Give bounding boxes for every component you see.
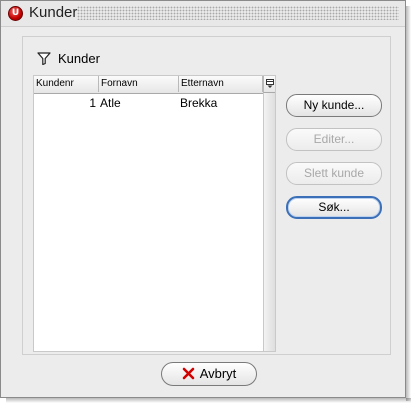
app-icon: U xyxy=(8,6,23,21)
title-bar[interactable]: U Kunder xyxy=(1,1,405,27)
title-bar-grip[interactable] xyxy=(77,6,399,20)
column-chooser-icon xyxy=(266,79,274,88)
window-title: Kunder xyxy=(29,4,78,21)
column-header-fornavn[interactable]: Fornavn xyxy=(99,76,179,92)
filter-icon xyxy=(37,52,51,65)
cancel-button[interactable]: Avbryt xyxy=(161,362,257,386)
column-header-kundenr[interactable]: Kundenr xyxy=(34,76,99,92)
window-shadow-bottom xyxy=(6,398,411,403)
cancel-label: Avbryt xyxy=(199,366,237,381)
edit-button[interactable]: Editer... xyxy=(286,128,382,151)
column-chooser-button[interactable] xyxy=(263,76,275,93)
table-header: Kundenr Fornavn Etternavn xyxy=(34,76,263,94)
group-label: Kunder xyxy=(58,51,100,66)
window-shadow-right xyxy=(406,6,411,401)
close-icon xyxy=(182,367,194,380)
cell-kundenr: 1 xyxy=(89,96,96,110)
table-row[interactable]: 1 Atle Brekka xyxy=(34,95,263,111)
delete-customer-button[interactable]: Slett kunde xyxy=(286,162,382,185)
table-scrollbar[interactable] xyxy=(263,93,275,351)
customer-table[interactable]: Kundenr Fornavn Etternavn 1 Atle Brekka xyxy=(33,75,276,352)
cell-fornavn: Atle xyxy=(100,96,121,110)
search-button[interactable]: Søk... xyxy=(286,196,382,219)
column-header-etternavn[interactable]: Etternavn xyxy=(179,76,263,92)
new-customer-button[interactable]: Ny kunde... xyxy=(286,94,382,117)
customer-dialog: U Kunder Kunder Kundenr Fornavn Etternav… xyxy=(0,0,406,398)
cell-etternavn: Brekka xyxy=(180,96,218,110)
